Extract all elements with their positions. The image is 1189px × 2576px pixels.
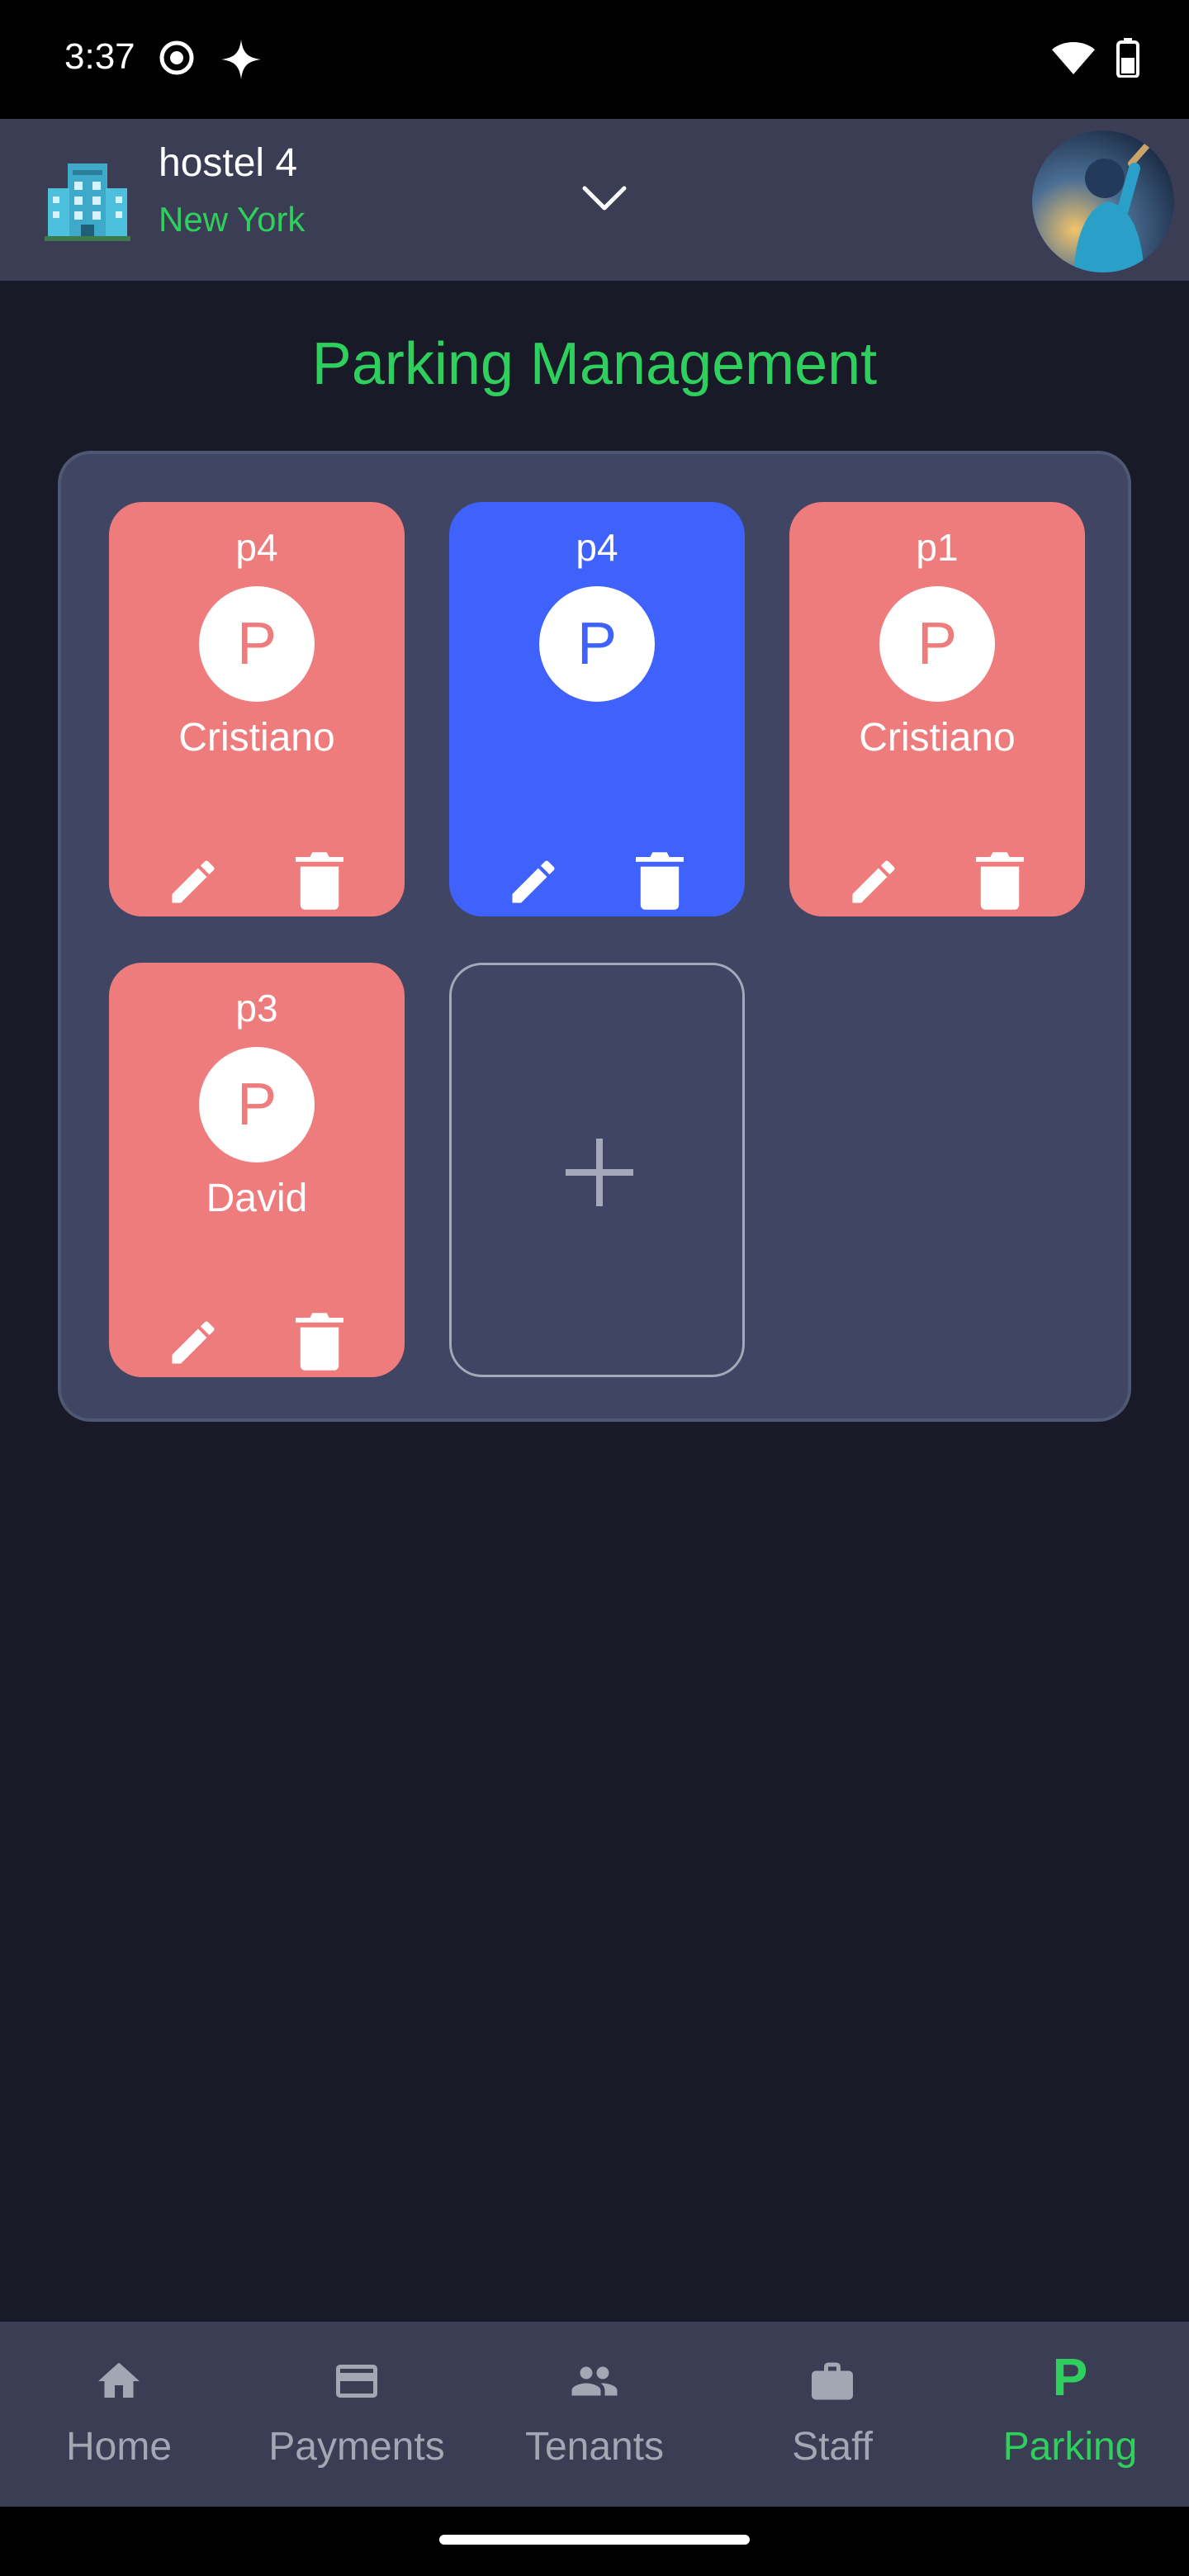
home-gesture-handle[interactable] [439, 2535, 750, 2545]
app-header: hostel 4 New York [0, 119, 1189, 281]
briefcase-icon [812, 2362, 853, 2400]
avatar[interactable] [1032, 130, 1174, 272]
battery-icon [1116, 38, 1139, 78]
nav-label: Parking [1002, 2425, 1138, 2469]
delete-icon[interactable] [976, 852, 1024, 910]
edit-icon[interactable] [505, 854, 561, 910]
parking-badge-icon: P [199, 1047, 315, 1163]
parking-slot-card[interactable]: p4 P [449, 502, 745, 916]
screen-record-icon [159, 40, 194, 75]
delete-icon[interactable] [296, 852, 343, 910]
status-left-icons [157, 38, 263, 81]
edit-icon[interactable] [846, 854, 902, 910]
nav-item-parking[interactable]: P Parking [951, 2322, 1189, 2507]
slot-tenant-name: Cristiano [859, 716, 1016, 760]
status-time: 3:37 [64, 36, 135, 77]
slot-name: p3 [235, 987, 278, 1030]
parking-slot-card[interactable]: p3 P David [109, 963, 405, 1377]
slot-name: p4 [235, 526, 278, 569]
sparkle-icon [221, 40, 261, 79]
nav-label: Payments [268, 2425, 445, 2469]
status-right-icons [1050, 38, 1139, 78]
delete-icon[interactable] [296, 1313, 343, 1371]
slot-tenant-name: David [206, 1177, 308, 1220]
hostel-city: New York [159, 200, 306, 239]
nav-label: Home [65, 2425, 173, 2469]
parking-grid: p4 P Cristiano p4 P p1 P Cristiano p3 P … [58, 451, 1131, 1422]
system-gesture-area [0, 2507, 1189, 2576]
nav-item-staff[interactable]: Staff [713, 2322, 951, 2507]
wifi-icon [1052, 42, 1095, 74]
nav-item-tenants[interactable]: Tenants [476, 2322, 713, 2507]
slot-tenant-name: Cristiano [178, 716, 335, 760]
nav-label: Tenants [524, 2425, 665, 2469]
nav-label: Staff [792, 2425, 873, 2469]
edit-icon[interactable] [165, 854, 221, 910]
parking-badge-icon: P [539, 586, 655, 702]
edit-icon[interactable] [165, 1314, 221, 1371]
parking-badge-icon: P [199, 586, 315, 702]
hostel-name[interactable]: hostel 4 [159, 140, 297, 186]
chevron-down-icon[interactable] [578, 178, 631, 220]
building-icon [45, 163, 130, 241]
nav-item-home[interactable]: Home [0, 2322, 238, 2507]
bottom-nav: Home Payments Tenants Staff P Parking [0, 2322, 1189, 2507]
slot-name: p1 [916, 526, 959, 569]
parking-icon: P [1052, 2347, 1088, 2407]
delete-icon[interactable] [636, 852, 684, 910]
parking-slot-card[interactable]: p1 P Cristiano [789, 502, 1085, 916]
plus-icon [566, 1139, 633, 1206]
add-slot-button[interactable] [449, 963, 745, 1377]
nav-item-payments[interactable]: Payments [238, 2322, 476, 2507]
home-icon [98, 2362, 140, 2398]
people-icon [571, 2366, 618, 2396]
slot-name: p4 [576, 526, 618, 569]
parking-slot-card[interactable]: p4 P Cristiano [109, 502, 405, 916]
parking-badge-icon: P [879, 586, 995, 702]
credit-card-icon [336, 2365, 377, 2398]
status-bar: 3:37 [0, 0, 1189, 119]
page-title: Parking Management [311, 331, 878, 397]
